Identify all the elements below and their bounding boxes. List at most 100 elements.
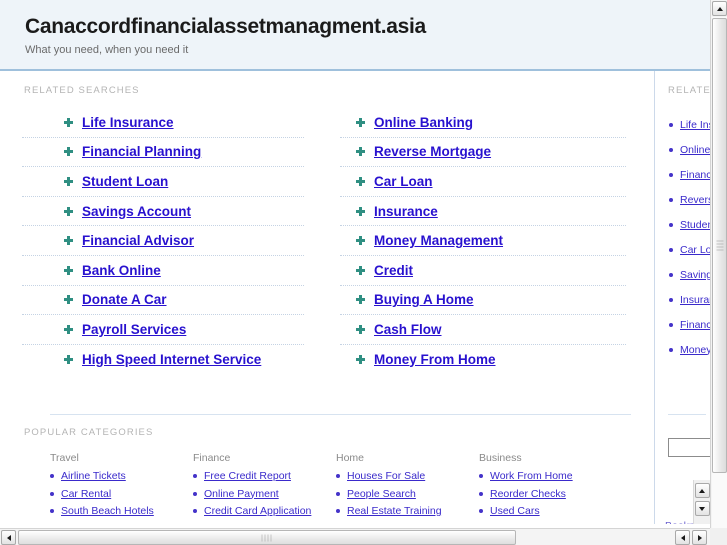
sidebar-item[interactable]: Car Loan [656, 237, 710, 262]
related-search-link[interactable]: Insurance [374, 204, 438, 219]
sidebar-link[interactable]: Financial Planning [680, 169, 710, 181]
related-search-link[interactable]: Student Loan [82, 174, 168, 189]
sidebar-link[interactable]: Car Loan [680, 244, 710, 256]
sidebar-item[interactable]: Online Banking [656, 137, 710, 162]
window-horizontal-scrollbar[interactable] [0, 528, 727, 545]
category-column-finance: Finance Free Credit Report Online Paymen… [193, 452, 336, 523]
category-link[interactable]: Car Rental [61, 488, 111, 500]
related-search-row[interactable]: Money From Home [340, 345, 626, 374]
related-search-link[interactable]: Reverse Mortgage [374, 144, 491, 159]
scroll-down-button[interactable] [694, 501, 710, 516]
category-item[interactable]: Houses For Sale [336, 470, 479, 482]
category-item[interactable]: Car Rental [50, 488, 193, 500]
sidebar-link[interactable]: Student Loan [680, 219, 710, 231]
related-search-row[interactable]: Life Insurance [22, 108, 304, 138]
category-item[interactable]: Online Payment [193, 488, 336, 500]
category-item[interactable]: Work From Home [479, 470, 622, 482]
related-search-link[interactable]: Buying A Home [374, 292, 474, 307]
category-column-travel: Travel Airline Tickets Car Rental South … [50, 452, 193, 523]
dot-bullet-icon [336, 491, 340, 496]
window-scroll-up-button[interactable] [712, 1, 727, 16]
window-horizontal-scroll-thumb[interactable] [18, 530, 516, 545]
sidebar-link[interactable]: Money Management [680, 344, 710, 356]
related-search-link[interactable]: Financial Planning [82, 144, 201, 159]
related-search-row[interactable]: Bank Online [22, 256, 304, 286]
category-item[interactable]: South Beach Hotels [50, 505, 193, 517]
scroll-left-button[interactable] [675, 530, 690, 545]
sidebar-link[interactable]: Life Insurance [680, 119, 710, 131]
content-area: RELATED SEARCHES Life Insurance Financia… [0, 71, 710, 524]
category-item[interactable]: Used Cars [479, 505, 622, 517]
related-search-row[interactable]: High Speed Internet Service [22, 345, 304, 374]
sidebar-item[interactable]: Student Loan [656, 212, 710, 237]
category-link[interactable]: Airline Tickets [61, 470, 126, 482]
related-search-link[interactable]: High Speed Internet Service [82, 352, 261, 367]
window-vertical-scroll-thumb[interactable] [712, 18, 727, 473]
category-link[interactable]: Credit Card Application [204, 505, 311, 517]
sidebar-item[interactable]: Insurance [656, 287, 710, 312]
related-search-link[interactable]: Savings Account [82, 204, 191, 219]
related-search-row[interactable]: Money Management [340, 226, 626, 256]
related-search-row[interactable]: Financial Advisor [22, 226, 304, 256]
category-item[interactable]: Reorder Checks [479, 488, 622, 500]
related-search-link[interactable]: Credit [374, 263, 413, 278]
sidebar-item[interactable]: Reverse Mortgage [656, 187, 710, 212]
related-search-link[interactable]: Payroll Services [82, 322, 186, 337]
sidebar-link[interactable]: Online Banking [680, 144, 710, 156]
related-search-row[interactable]: Insurance [340, 197, 626, 227]
related-search-row[interactable]: Donate A Car [22, 286, 304, 316]
search-input[interactable] [668, 437, 710, 457]
sidebar-item[interactable]: Financial Planning [656, 162, 710, 187]
category-link[interactable]: Online Payment [204, 488, 279, 500]
related-search-link[interactable]: Cash Flow [374, 322, 442, 337]
sidebar-link[interactable]: Savings Account [680, 269, 710, 281]
scroll-up-button[interactable] [694, 483, 710, 498]
scroll-right-button[interactable] [692, 530, 707, 545]
scrollbar-corner [710, 528, 727, 545]
related-search-link[interactable]: Donate A Car [82, 292, 167, 307]
related-search-row[interactable]: Online Banking [340, 108, 626, 138]
sidebar-link[interactable]: Insurance [680, 294, 710, 306]
sidebar-link[interactable]: Financial Advisor [680, 319, 710, 331]
sidebar-item[interactable]: Financial Advisor [656, 312, 710, 337]
category-item[interactable]: Airline Tickets [50, 470, 193, 482]
related-search-row[interactable]: Student Loan [22, 167, 304, 197]
inner-frame-vertical-scrollbar[interactable] [693, 480, 710, 524]
related-search-link[interactable]: Money From Home [374, 352, 496, 367]
dot-bullet-icon [669, 147, 673, 152]
related-search-row[interactable]: Cash Flow [340, 315, 626, 345]
related-search-row[interactable]: Reverse Mortgage [340, 138, 626, 168]
related-search-row[interactable]: Savings Account [22, 197, 304, 227]
related-search-link[interactable]: Car Loan [374, 174, 433, 189]
category-item[interactable]: Credit Card Application [193, 505, 336, 517]
category-link[interactable]: Houses For Sale [347, 470, 425, 482]
related-search-link[interactable]: Money Management [374, 233, 503, 248]
window-vertical-scrollbar[interactable] [710, 0, 727, 528]
category-link[interactable]: Free Credit Report [204, 470, 291, 482]
related-search-row[interactable]: Payroll Services [22, 315, 304, 345]
category-link[interactable]: Reorder Checks [490, 488, 566, 500]
related-search-row[interactable]: Buying A Home [340, 286, 626, 316]
category-link[interactable]: South Beach Hotels [61, 505, 154, 517]
related-search-row[interactable]: Credit [340, 256, 626, 286]
related-search-row[interactable]: Financial Planning [22, 138, 304, 168]
category-item[interactable]: Real Estate Training [336, 505, 479, 517]
scroll-grip-icon [261, 534, 273, 541]
plus-bullet-icon [356, 117, 365, 127]
sidebar-item[interactable]: Money Management [656, 337, 710, 362]
sidebar-item[interactable]: Life Insurance [656, 112, 710, 137]
category-link[interactable]: Work From Home [490, 470, 573, 482]
sidebar-link[interactable]: Reverse Mortgage [680, 194, 710, 206]
related-search-link[interactable]: Financial Advisor [82, 233, 194, 248]
category-link[interactable]: Used Cars [490, 505, 540, 517]
related-search-row[interactable]: Car Loan [340, 167, 626, 197]
related-search-link[interactable]: Bank Online [82, 263, 161, 278]
category-item[interactable]: Free Credit Report [193, 470, 336, 482]
related-search-link[interactable]: Life Insurance [82, 115, 174, 130]
related-search-link[interactable]: Online Banking [374, 115, 473, 130]
window-scroll-left-button[interactable] [1, 530, 16, 545]
category-link[interactable]: People Search [347, 488, 416, 500]
category-link[interactable]: Real Estate Training [347, 505, 442, 517]
sidebar-item[interactable]: Savings Account [656, 262, 710, 287]
category-item[interactable]: People Search [336, 488, 479, 500]
